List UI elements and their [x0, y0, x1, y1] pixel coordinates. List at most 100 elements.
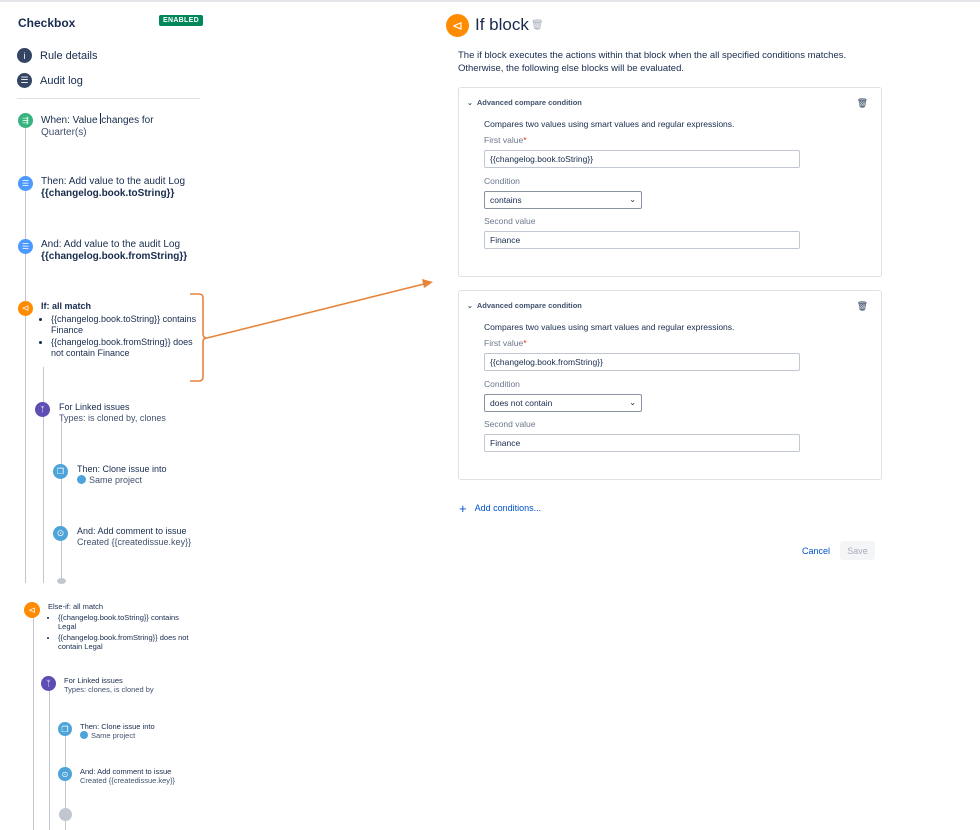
clone-issue-action-1[interactable]: ❐ Then: Clone issue into Same project [53, 464, 167, 486]
chevron-down-icon: ⌄ [629, 398, 636, 407]
add-component-node[interactable] [57, 578, 66, 584]
add-conditions-label: Add conditions... [474, 503, 542, 513]
annotation-arrow-line [206, 283, 425, 339]
linked-branch-line [61, 420, 62, 583]
action-value: {{changelog.book.toString}} [41, 188, 175, 199]
second-value-label: Second value [484, 419, 536, 429]
comment-icon: ⊙ [53, 526, 68, 541]
first-value-input[interactable]: {{changelog.book.fromString}} [484, 353, 800, 371]
add-component-node[interactable] [59, 808, 72, 821]
action-title: Then: Add value to the audit Log [41, 176, 185, 187]
action-subtitle: Same project [89, 474, 143, 485]
if-block-component[interactable]: ⊲ If: all match {{changelog.book.toStrin… [18, 301, 203, 361]
action-title: Then: Clone issue into [80, 722, 155, 731]
else-if-condition-item: {{changelog.book.fromString}} does not c… [58, 633, 196, 651]
info-icon: i [17, 48, 32, 63]
audit-log-icon: ☰ [17, 73, 32, 88]
nav-rule-details-label: Rule details [40, 49, 98, 62]
condition-select[interactable]: contains ⌄ [484, 191, 642, 209]
log-action-icon: ☰ [18, 176, 33, 191]
second-value-label: Second value [484, 216, 536, 226]
trigger-icon: ⇶ [18, 113, 33, 128]
add-comment-action-2[interactable]: ⊙ And: Add comment to issue Created {{cr… [58, 767, 175, 785]
trigger-subtitle: Quarter(s) [41, 127, 87, 138]
linked-issues-branch-1[interactable]: ᛉ For Linked issues Types: is cloned by,… [35, 402, 166, 424]
plus-icon: + [459, 500, 467, 516]
action-title: And: Add comment to issue [80, 767, 172, 776]
clone-issue-action-2[interactable]: ❐ Then: Clone issue into Same project [58, 722, 155, 740]
chevron-down-icon: ⌄ [467, 302, 473, 310]
condition-header[interactable]: ⌄ Advanced compare condition [467, 98, 582, 107]
condition-select-value: contains [490, 195, 522, 205]
if-branch-line [43, 367, 44, 583]
project-icon [80, 731, 88, 739]
log-action-icon: ☰ [18, 239, 33, 254]
trigger-title-end: changes for [101, 115, 154, 126]
chevron-down-icon: ⌄ [629, 195, 636, 204]
condition-header[interactable]: ⌄ Advanced compare condition [467, 301, 582, 310]
condition-label: Condition [484, 176, 520, 186]
comment-icon: ⊙ [58, 767, 72, 781]
rule-title: Checkbox [18, 16, 76, 30]
trash-icon[interactable]: 🗑 [857, 301, 868, 312]
second-value-input[interactable]: Finance [484, 434, 800, 452]
action-subtitle: Same project [91, 731, 136, 740]
action-title: And: Add value to the audit Log [41, 239, 180, 250]
trash-icon[interactable]: 🗑 [531, 20, 544, 31]
action-value: {{changelog.book.fromString}} [41, 251, 188, 262]
required-mark: * [523, 135, 527, 145]
branch-icon: ⊲ [446, 14, 469, 37]
add-conditions-link[interactable]: + Add conditions... [459, 500, 542, 516]
trash-icon[interactable]: 🗑 [857, 98, 868, 109]
branch-title: For Linked issues [59, 402, 130, 412]
condition-select[interactable]: does not contain ⌄ [484, 394, 642, 412]
condition-description: Compares two values using smart values a… [484, 119, 735, 129]
audit-log-action-1[interactable]: ☰ Then: Add value to the audit Log {{cha… [18, 176, 185, 200]
cancel-button[interactable]: Cancel [796, 541, 836, 560]
linked-issues-icon: ᛉ [35, 402, 50, 417]
annotation-arrow-head [422, 279, 433, 288]
linked-issues-branch-2[interactable]: ᛉ For Linked issues Types: clones, is cl… [41, 676, 154, 694]
first-value-label: First value* [484, 135, 527, 145]
nav-audit-log[interactable]: ☰ Audit log [17, 73, 83, 88]
condition-label: Condition [484, 379, 520, 389]
audit-log-action-2[interactable]: ☰ And: Add value to the audit Log {{chan… [18, 239, 187, 263]
first-value-label: First value* [484, 338, 527, 348]
else-if-condition-item: {{changelog.book.toString}} contains Leg… [58, 613, 196, 631]
branch-subtitle: Types: is cloned by, clones [59, 412, 166, 423]
second-value-input[interactable]: Finance [484, 231, 800, 249]
branch-icon: ⊲ [18, 301, 33, 316]
add-comment-action-1[interactable]: ⊙ And: Add comment to issue Created {{cr… [53, 526, 191, 548]
action-subtitle: Created {{createdissue.key}} [77, 536, 192, 547]
linked2-branch-line [49, 690, 50, 830]
panel-description: The if block executes the actions within… [458, 50, 847, 75]
panel-title: If block [475, 15, 529, 34]
required-mark: * [523, 338, 527, 348]
branch-title: For Linked issues [64, 676, 123, 685]
project-icon [77, 474, 86, 484]
else-if-title: Else-if: all match [48, 602, 104, 611]
action-title: And: Add comment to issue [77, 526, 187, 536]
condition-card-2: ⌄ Advanced compare condition 🗑 Compares … [458, 290, 882, 480]
first-value-input[interactable]: {{changelog.book.toString}} [484, 150, 800, 168]
condition-card-1: ⌄ Advanced compare condition 🗑 Compares … [458, 87, 882, 277]
branch-icon: ⊲ [24, 602, 40, 618]
condition-select-value: does not contain [490, 398, 553, 408]
condition-header-label: Advanced compare condition [476, 301, 582, 310]
chevron-down-icon: ⌄ [467, 99, 473, 107]
condition-header-label: Advanced compare condition [476, 98, 582, 107]
save-button[interactable]: Save [840, 541, 875, 560]
nav-audit-log-label: Audit log [40, 74, 83, 87]
trigger-component[interactable]: ⇶ When: Value changes for Quarter(s) [18, 113, 154, 139]
status-badge: ENABLED [159, 15, 203, 26]
branch-subtitle: Types: clones, is cloned by [64, 685, 154, 694]
top-border [0, 0, 980, 2]
action-subtitle: Created {{createdissue.key}} [80, 776, 176, 785]
nav-rule-details[interactable]: i Rule details [17, 48, 97, 63]
trigger-title-start: When: Value [41, 115, 101, 126]
clone-issue-icon: ❐ [58, 722, 72, 736]
condition-description: Compares two values using smart values a… [484, 322, 735, 332]
linked-issues-icon: ᛉ [41, 676, 56, 691]
if-block-title: If: all match [41, 301, 92, 311]
else-if-component[interactable]: ⊲ Else-if: all match {{changelog.book.to… [24, 602, 196, 653]
